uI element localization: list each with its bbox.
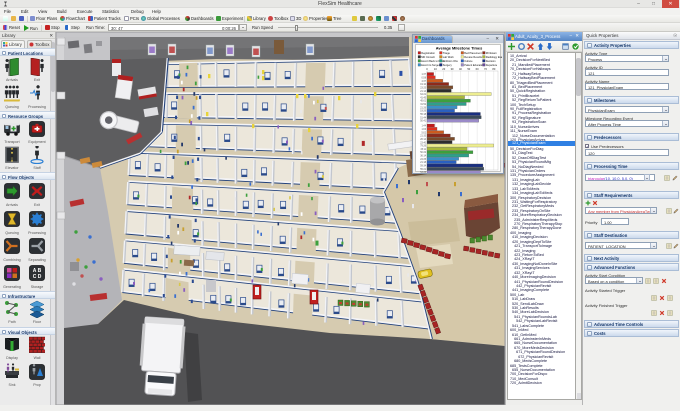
svg-text:41:45: 41:45 — [420, 97, 426, 99]
svg-text:55:18: 55:18 — [420, 114, 426, 116]
svg-text:80: 80 — [492, 67, 495, 71]
svg-text:In Room Obs: In Room Obs — [443, 59, 459, 63]
svg-text:21:33: 21:33 — [420, 136, 426, 138]
svg-text:Triage: Triage — [443, 51, 451, 55]
svg-text:Registration: Registration — [421, 51, 435, 55]
svg-text:50:22: 50:22 — [420, 152, 426, 154]
svg-text:1:06: 1:06 — [422, 129, 427, 131]
svg-text:23:40: 23:40 — [420, 142, 426, 144]
svg-text:Review Results: Review Results — [464, 55, 482, 59]
svg-text:Surgery: Surgery — [443, 63, 453, 67]
svg-text:40: 40 — [459, 67, 462, 71]
svg-text:RN Exam: RN Exam — [486, 51, 497, 55]
svg-text:64:21: 64:21 — [420, 94, 426, 96]
svg-text:70: 70 — [484, 67, 487, 71]
svg-text:36:14: 36:14 — [420, 156, 426, 158]
svg-text:21:18: 21:18 — [420, 162, 426, 164]
svg-text:50: 50 — [467, 67, 470, 71]
svg-text:Radiology Exam: Radiology Exam — [486, 55, 502, 59]
svg-text:59:34: 59:34 — [420, 166, 426, 168]
svg-text:Decision: Decision — [486, 59, 496, 63]
svg-text:79:26: 79:26 — [420, 146, 426, 148]
svg-text:1:37: 1:37 — [422, 74, 427, 76]
svg-text:23:25: 23:25 — [420, 87, 426, 89]
svg-text:20: 20 — [442, 67, 445, 71]
svg-text:24:25: 24:25 — [420, 159, 426, 161]
svg-text:1:44: 1:44 — [422, 126, 427, 128]
svg-text:Patient Education: Patient Education — [464, 63, 485, 67]
svg-text:19:26: 19:26 — [420, 111, 426, 113]
svg-text:Lab Work: Lab Work — [443, 55, 455, 59]
svg-text:21:26: 21:26 — [420, 107, 426, 109]
svg-text:26:14: 26:14 — [420, 139, 426, 141]
svg-text:Culture: Culture — [464, 59, 473, 63]
svg-text:Average Milestone Times: Average Milestone Times — [436, 45, 483, 50]
svg-text:60: 60 — [476, 67, 479, 71]
svg-text:0:58: 0:58 — [422, 77, 427, 79]
svg-text:51:44: 51:44 — [420, 117, 426, 119]
svg-text:19:10: 19:10 — [420, 84, 426, 86]
svg-text:C D: C D — [33, 274, 42, 280]
svg-text:MD Consult: MD Consult — [421, 55, 435, 59]
svg-text:Departure: Departure — [486, 63, 498, 67]
svg-text:5:02: 5:02 — [422, 132, 427, 134]
svg-text:30: 30 — [451, 67, 454, 71]
svg-text:4:37: 4:37 — [422, 81, 427, 83]
svg-text:53:25: 53:25 — [420, 172, 426, 173]
svg-text:50:41: 50:41 — [420, 121, 426, 123]
svg-text:45:01: 45:01 — [420, 101, 426, 103]
svg-text:0: 0 — [426, 67, 428, 71]
svg-text:31:52: 31:52 — [420, 104, 426, 106]
svg-text:55:21: 55:21 — [420, 169, 426, 171]
svg-text:45:11: 45:11 — [420, 149, 426, 151]
svg-text:21:14: 21:14 — [420, 91, 426, 93]
svg-text:Bed Placement: Bed Placement — [464, 51, 482, 55]
svg-text:Escort to Surgery: Escort to Surgery — [421, 63, 441, 67]
svg-text:10: 10 — [434, 67, 437, 71]
